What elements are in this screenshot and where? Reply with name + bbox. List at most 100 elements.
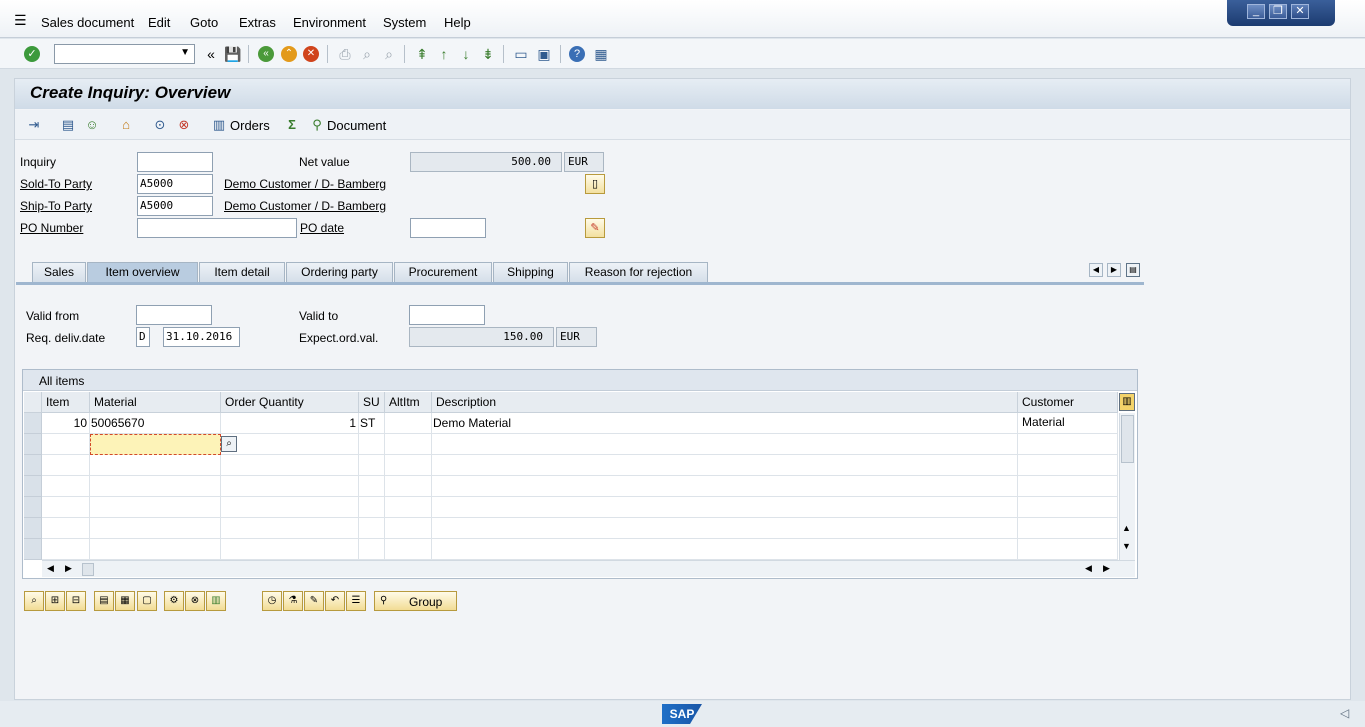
tab-scroll-right-icon[interactable]: ▶ [1107, 263, 1121, 277]
row-selector[interactable] [24, 455, 42, 476]
close-icon[interactable]: ✕ [1291, 4, 1309, 19]
help-icon[interactable]: ? [569, 46, 585, 62]
empty-cell[interactable] [385, 434, 432, 455]
availability-check-icon[interactable]: ⊗ [185, 591, 205, 611]
empty-cell[interactable] [90, 476, 221, 497]
empty-cell[interactable] [432, 518, 1018, 539]
empty-cell[interactable] [221, 539, 359, 560]
empty-cell[interactable] [385, 539, 432, 560]
command-field[interactable]: ▼ [54, 44, 195, 64]
item-details-icon[interactable]: ⌕ [24, 591, 44, 611]
table-settings-icon[interactable]: ▥ [1119, 393, 1135, 411]
po-number-label[interactable]: PO Number [20, 221, 83, 235]
menu-goto[interactable]: Goto [190, 15, 218, 30]
tab-ordering-party[interactable]: Ordering party [286, 262, 393, 282]
document-icon[interactable]: ▯ [585, 174, 605, 194]
scroll-right-icon[interactable]: ▶ [1103, 563, 1110, 574]
cell-description[interactable]: Demo Material [432, 413, 1018, 434]
scroll-down-icon[interactable]: ▼ [1122, 541, 1131, 551]
home-icon[interactable]: ⌂ [117, 116, 135, 134]
ship-to-label[interactable]: Ship-To Party [20, 199, 92, 213]
tab-item-overview[interactable]: Item overview [87, 262, 198, 282]
column-header-description[interactable]: Description [432, 392, 1018, 413]
empty-cell[interactable] [221, 476, 359, 497]
empty-cell[interactable] [42, 539, 90, 560]
empty-cell[interactable] [432, 497, 1018, 518]
insert-row-icon[interactable]: ⊞ [45, 591, 65, 611]
empty-cell[interactable] [90, 455, 221, 476]
cancel-icon[interactable]: ✕ [303, 46, 319, 62]
empty-cell[interactable] [90, 539, 221, 560]
empty-cell[interactable] [42, 455, 90, 476]
reject-items-icon[interactable]: ⊗ [175, 116, 193, 134]
row-selector[interactable] [24, 497, 42, 518]
chevron-down-icon[interactable]: ▼ [180, 47, 190, 58]
empty-cell[interactable] [432, 476, 1018, 497]
first-page-icon[interactable]: ⇞ [413, 45, 431, 63]
create-session-icon[interactable]: ▭ [512, 45, 530, 63]
column-header-altitm[interactable]: AltItm [385, 392, 432, 413]
column-header-su[interactable]: SU [359, 392, 385, 413]
empty-cell[interactable] [359, 497, 385, 518]
cell-customer-material[interactable] [1018, 413, 1118, 434]
empty-cell[interactable] [221, 455, 359, 476]
empty-cell[interactable] [1018, 539, 1118, 560]
tab-reason-for-rejection[interactable]: Reason for rejection [569, 262, 708, 282]
empty-cell[interactable] [359, 455, 385, 476]
scroll-left-icon[interactable]: ◀ [47, 563, 54, 574]
cell-material[interactable]: 50065670 [90, 413, 221, 434]
po-number-field[interactable] [137, 218, 297, 238]
ship-to-name[interactable]: Demo Customer / D- Bamberg [224, 199, 386, 213]
req-deliv-type-field[interactable]: D [136, 327, 150, 347]
shortcut-icon[interactable]: ▣ [535, 45, 553, 63]
tab-list-icon[interactable]: ▤ [1126, 263, 1140, 277]
menu-edit[interactable]: Edit [148, 15, 170, 30]
empty-cell[interactable] [1018, 455, 1118, 476]
document-button[interactable]: Document [327, 118, 386, 133]
menu-system[interactable]: System [383, 15, 426, 30]
next-page-icon[interactable]: ↓ [457, 45, 475, 63]
schedule-icon[interactable]: ◷ [262, 591, 282, 611]
enter-check-icon[interactable]: ✓ [24, 46, 40, 62]
po-date-label[interactable]: PO date [300, 221, 344, 235]
tab-shipping[interactable]: Shipping [493, 262, 568, 282]
tab-item-detail[interactable]: Item detail [199, 262, 285, 282]
minimize-icon[interactable]: _ [1247, 4, 1265, 19]
row-selector[interactable] [24, 413, 42, 434]
empty-cell[interactable] [1018, 476, 1118, 497]
cell-altitm[interactable] [385, 413, 432, 434]
edit-icon[interactable]: ✎ [304, 591, 324, 611]
sold-to-field[interactable]: A5000 [137, 174, 213, 194]
empty-cell[interactable] [385, 518, 432, 539]
empty-cell[interactable] [42, 434, 90, 455]
empty-cell[interactable] [359, 476, 385, 497]
partner-icon[interactable]: ☺ [83, 116, 101, 134]
menu-extras[interactable]: Extras [239, 15, 276, 30]
availability-icon[interactable]: ⊙ [151, 116, 169, 134]
empty-cell[interactable] [42, 518, 90, 539]
scroll-right-icon[interactable]: ▶ [65, 563, 72, 574]
empty-cell[interactable] [359, 434, 385, 455]
orders-icon[interactable]: ▥ [210, 116, 228, 134]
row-selector[interactable] [24, 476, 42, 497]
empty-cell[interactable] [1018, 434, 1118, 455]
empty-cell[interactable] [432, 539, 1018, 560]
valid-from-field[interactable] [136, 305, 212, 325]
empty-cell[interactable] [221, 434, 359, 455]
cell-item[interactable]: 10 [42, 413, 90, 434]
tab-sales[interactable]: Sales [32, 262, 86, 282]
select-block-icon[interactable]: ▦ [115, 591, 135, 611]
ship-to-field[interactable]: A5000 [137, 196, 213, 216]
empty-cell[interactable] [432, 455, 1018, 476]
empty-cell[interactable] [385, 476, 432, 497]
customize-layout-icon[interactable]: ▦ [592, 45, 610, 63]
scroll-left-icon[interactable]: ◀ [1085, 563, 1092, 574]
sold-to-name[interactable]: Demo Customer / D- Bamberg [224, 177, 386, 191]
row-selector[interactable] [24, 539, 42, 560]
req-deliv-date-field[interactable]: 31.10.2016 [163, 327, 240, 347]
column-header-order-quantity[interactable]: Order Quantity [221, 392, 359, 413]
delete-row-icon[interactable]: ⊟ [66, 591, 86, 611]
exit-icon[interactable]: ⌃ [281, 46, 297, 62]
menu-sales-document[interactable]: Sales document [41, 15, 134, 30]
status-expand-icon[interactable]: ◁ [1340, 706, 1349, 720]
